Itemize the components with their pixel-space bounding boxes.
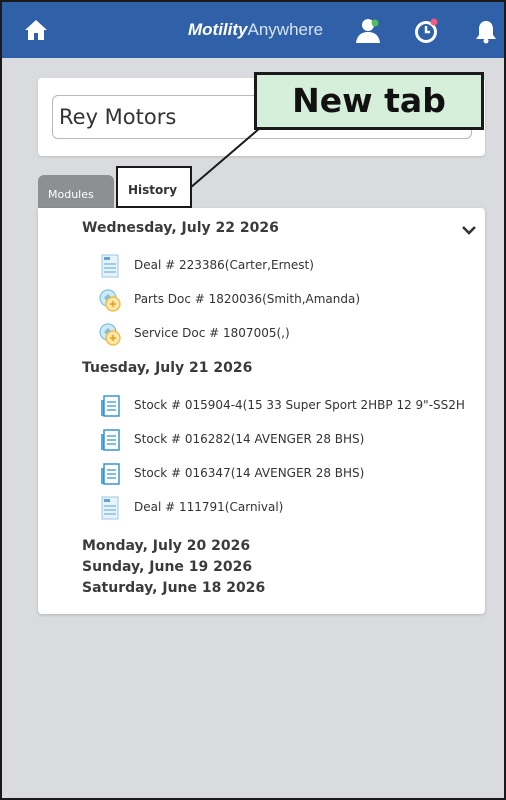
history-item-label: Service Doc # 1807005(,) bbox=[134, 326, 290, 340]
stock-icon bbox=[101, 429, 120, 451]
clock-icon[interactable] bbox=[412, 17, 440, 45]
history-item-label: Stock # 016282(14 AVENGER 28 BHS) bbox=[134, 432, 365, 446]
top-bar: MotilityAnywhere bbox=[2, 2, 504, 58]
history-date-heading[interactable]: Saturday, June 18 2026 bbox=[82, 580, 265, 596]
history-item-label: Deal # 111791(Carnival) bbox=[134, 500, 284, 514]
history-panel: Wednesday, July 22 2026 Deal # 223386(Ca… bbox=[38, 208, 485, 614]
history-item-label: Deal # 223386(Carter,Ernest) bbox=[134, 258, 314, 272]
stock-icon bbox=[101, 463, 120, 485]
history-item-label: Parts Doc # 1820036(Smith,Amanda) bbox=[134, 292, 361, 306]
tab-history[interactable]: History bbox=[116, 166, 192, 208]
tab-modules[interactable]: Modules bbox=[38, 175, 114, 208]
parts-document-icon bbox=[99, 289, 121, 312]
service-document-icon bbox=[99, 323, 121, 346]
chevron-down-icon[interactable] bbox=[461, 224, 477, 236]
app-brand: MotilityAnywhere bbox=[188, 20, 324, 39]
history-date-heading[interactable]: Wednesday, July 22 2026 bbox=[82, 220, 279, 236]
app-frame: MotilityAnywhere Rey Motors New tab Modu… bbox=[0, 0, 506, 800]
history-date-heading[interactable]: Sunday, June 19 2026 bbox=[82, 559, 252, 575]
new-tab-callout: New tab bbox=[254, 72, 484, 130]
bell-icon[interactable] bbox=[472, 17, 500, 45]
stock-icon bbox=[101, 395, 120, 417]
history-item-label: Stock # 015904-4(15 33 Super Sport 2HBP … bbox=[134, 398, 465, 412]
deal-document-icon bbox=[101, 254, 119, 278]
history-date-heading[interactable]: Monday, July 20 2026 bbox=[82, 538, 250, 554]
history-item-label: Stock # 016347(14 AVENGER 28 BHS) bbox=[134, 466, 365, 480]
history-date-heading[interactable]: Tuesday, July 21 2026 bbox=[82, 360, 252, 376]
deal-document-icon bbox=[101, 496, 119, 520]
home-icon[interactable] bbox=[24, 18, 48, 42]
user-icon[interactable] bbox=[354, 17, 382, 45]
